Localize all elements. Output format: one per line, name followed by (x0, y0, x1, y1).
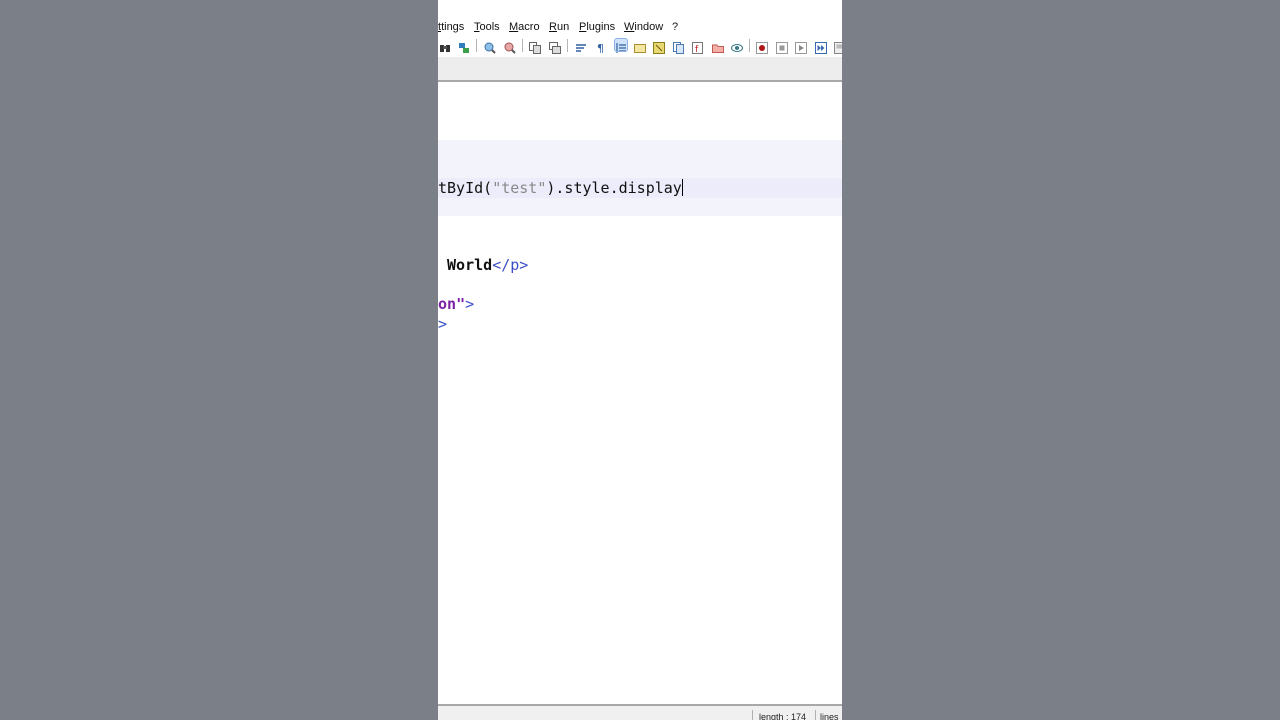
code-editor[interactable]: tById("test").style.display World</p> on… (438, 82, 842, 704)
sync-horizontal-icon[interactable] (549, 39, 561, 54)
code-line-current[interactable]: tById("test").style.display (438, 178, 842, 198)
save-macro-icon[interactable] (834, 39, 842, 54)
toolbar: ¶ f (438, 37, 842, 55)
menu-bar: ttings Tools Macro Run Plugins Window ? (438, 18, 842, 36)
code-string: "test" (492, 179, 547, 197)
binoculars-icon[interactable] (439, 39, 451, 52)
play-macro-multiple-icon[interactable] (815, 39, 827, 54)
menu-settings[interactable]: ttings (438, 21, 464, 33)
find-replace-icon[interactable] (458, 39, 470, 53)
code-token: tById( (438, 179, 493, 197)
tab-strip (438, 57, 842, 82)
text-cursor (681, 179, 683, 196)
menu-tools[interactable]: Tools (474, 21, 500, 33)
function-list-icon[interactable]: f (692, 39, 704, 55)
doc-list-icon[interactable] (673, 39, 685, 54)
zoom-in-icon[interactable] (484, 39, 496, 54)
folder-workspace-icon[interactable] (712, 39, 724, 53)
code-line[interactable]: on"> (438, 294, 842, 314)
user-language-icon[interactable] (634, 39, 646, 53)
code-tag: > (438, 315, 448, 333)
code-tag: </p> (492, 256, 529, 274)
status-bar: length : 174 lines (438, 704, 842, 720)
line-highlight (438, 198, 842, 216)
status-length: length : 174 (759, 712, 807, 720)
code-tag: > (465, 295, 475, 313)
indent-guide-icon[interactable] (614, 38, 628, 53)
code-line[interactable]: World</p> (438, 255, 842, 275)
menu-help[interactable]: ? (672, 21, 678, 33)
menu-run[interactable]: Run (549, 21, 569, 33)
notepad-window: ttings Tools Macro Run Plugins Window ? (438, 0, 842, 720)
menu-macro[interactable]: Macro (509, 21, 540, 33)
doc-map-icon[interactable] (653, 39, 665, 54)
menu-plugins[interactable]: Plugins (579, 21, 615, 33)
menu-window[interactable]: Window (624, 21, 663, 33)
show-all-characters-icon[interactable]: ¶ (595, 39, 607, 55)
code-text: World (447, 256, 493, 274)
stop-macro-icon[interactable] (776, 39, 788, 54)
zoom-out-icon[interactable] (504, 39, 516, 54)
sync-vertical-icon[interactable] (529, 39, 541, 54)
word-wrap-icon[interactable] (575, 39, 587, 52)
code-attr: " (456, 295, 466, 313)
record-macro-icon[interactable] (756, 39, 768, 54)
status-lines: lines (820, 712, 839, 720)
play-macro-icon[interactable] (795, 39, 807, 54)
code-token: ).style.display (546, 179, 682, 197)
code-attr: on (438, 295, 457, 313)
line-highlight (438, 140, 842, 179)
code-line[interactable]: > (438, 314, 842, 334)
monitor-icon[interactable] (731, 39, 743, 52)
svg-text:¶: ¶ (597, 42, 604, 54)
